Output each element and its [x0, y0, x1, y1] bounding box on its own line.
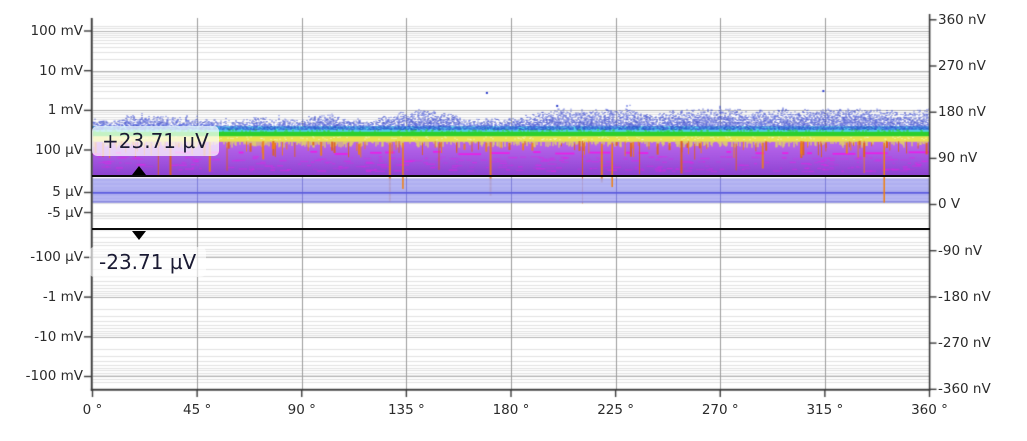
- left-axis-tick-label: 100 µV: [0, 141, 83, 159]
- left-axis-tick-label: -10 mV: [0, 328, 83, 346]
- x-axis-tick-label: 270 °: [685, 401, 755, 419]
- upper-marker-line[interactable]: [92, 175, 930, 177]
- upper-marker-value: +23.71 µV: [102, 129, 209, 153]
- x-axis-tick-label: 0 °: [58, 401, 128, 419]
- x-axis-tick-label: 360 °: [895, 401, 965, 419]
- left-axis-tick-label: -100 µV: [0, 248, 83, 266]
- lower-marker-handle-icon[interactable]: [132, 231, 146, 240]
- x-axis-tick-label: 45 °: [162, 401, 232, 419]
- x-axis-tick-label: 90 °: [267, 401, 337, 419]
- right-axis-tick-label: 270 nV: [938, 57, 986, 75]
- left-axis-tick-label: -1 mV: [0, 288, 83, 306]
- upper-marker-handle-icon[interactable]: [132, 166, 146, 175]
- left-axis-tick-label: 1 mV: [0, 101, 83, 119]
- x-axis-tick-label: 225 °: [581, 401, 651, 419]
- left-axis-tick-label: 100 mV: [0, 22, 83, 40]
- right-axis-tick-label: 180 nV: [938, 103, 986, 121]
- lower-marker-label[interactable]: -23.71 µV: [89, 247, 206, 277]
- left-axis-tick-label: 5 µV: [0, 183, 83, 201]
- right-axis-tick-label: -360 nV: [938, 380, 991, 398]
- upper-marker-label[interactable]: +23.71 µV: [92, 126, 219, 156]
- plot-canvas[interactable]: [0, 0, 1027, 441]
- right-axis-tick-label: 0 V: [938, 195, 960, 213]
- x-axis-tick-label: 180 °: [476, 401, 546, 419]
- right-axis-tick-label: 360 nV: [938, 11, 986, 29]
- left-axis-tick-label: -100 mV: [0, 367, 83, 385]
- right-axis-tick-label: -90 nV: [938, 242, 982, 260]
- measurement-plot: 100 mV 10 mV 1 mV 100 µV 5 µV -5 µV -100 µV -1 …: [0, 0, 1027, 441]
- right-axis-tick-label: -180 nV: [938, 288, 991, 306]
- x-axis-tick-label: 315 °: [790, 401, 860, 419]
- lower-marker-line[interactable]: [92, 228, 930, 230]
- left-axis-tick-label: 10 mV: [0, 62, 83, 80]
- x-axis-tick-label: 135 °: [371, 401, 441, 419]
- right-axis-tick-label: 90 nV: [938, 149, 977, 167]
- left-axis-tick-label: -5 µV: [0, 204, 83, 222]
- right-axis-tick-label: -270 nV: [938, 334, 991, 352]
- lower-marker-value: -23.71 µV: [99, 250, 196, 274]
